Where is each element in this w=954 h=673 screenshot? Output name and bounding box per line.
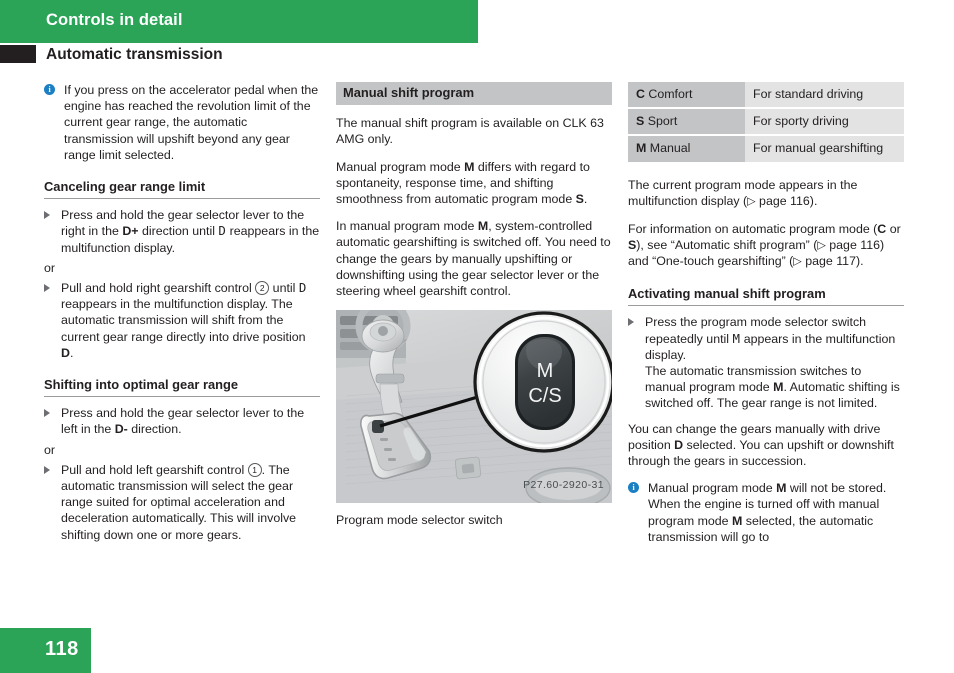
mode-name: Sport	[644, 114, 678, 129]
triangle-bullet-icon	[44, 211, 50, 220]
text-part: In manual program mode	[336, 219, 478, 234]
bold-m: M	[732, 513, 743, 528]
page-reference-icon: ▷	[817, 239, 826, 252]
paragraph-manual-mode-behavior: In manual program mode M, system-control…	[336, 218, 612, 299]
step-text-part: Press and hold the gear selector lever t…	[61, 406, 305, 437]
bold-d: D	[674, 437, 684, 452]
triangle-bullet-icon	[44, 465, 50, 474]
info-note-manual-mode-not-stored: i Manual program mode M will not be stor…	[628, 480, 904, 545]
bold-m: M	[477, 219, 489, 234]
paragraph-automatic-mode-info: For information on automatic program mod…	[628, 221, 904, 271]
table-cell-mode-key: S Sport	[628, 108, 745, 137]
text-part: page 116).	[755, 193, 818, 208]
page-reference-icon: ▷	[747, 195, 756, 208]
step-press-hold-right: Press and hold the gear selector lever t…	[44, 207, 320, 256]
mfd-glyph-d: D	[298, 280, 307, 296]
bold-c: C	[877, 221, 887, 236]
figure-caption: Program mode selector switch	[336, 513, 503, 528]
mfd-glyph-d: D	[218, 223, 227, 239]
table-cell-mode-key: C Comfort	[628, 82, 745, 110]
paragraph-availability: The manual shift program is available on…	[336, 116, 604, 147]
step-bold-dplus: D+	[122, 224, 139, 239]
middle-column: Manual shift program The manual shift pr…	[336, 82, 612, 528]
figure-part-code: P27.60-2920-31	[523, 479, 604, 491]
figure-button-label-cs: C/S	[528, 385, 561, 407]
step-press-hold-left: Press and hold the gear selector lever t…	[44, 405, 320, 437]
table-row: S Sport For sporty driving	[628, 108, 904, 137]
callout-number-2: 2	[255, 281, 270, 296]
text-part: ), see “Automatic shift program” (	[636, 237, 818, 252]
left-column: i If you press on the accelerator pedal …	[44, 82, 320, 547]
text-part: The current program mode appears in the …	[628, 177, 858, 208]
step-pull-hold-right-gearshift: Pull and hold right gearshift control 2 …	[44, 280, 320, 361]
heading-manual-shift-program: Manual shift program	[336, 82, 612, 106]
program-mode-table: C Comfort For standard driving S Sport F…	[628, 82, 904, 164]
page-number: 118	[45, 638, 79, 660]
heading-canceling-gear-range-limit: Canceling gear range limit	[44, 179, 320, 200]
paragraph-current-mode: The current program mode appears in the …	[628, 177, 904, 210]
triangle-bullet-icon	[628, 318, 634, 327]
step-text-part: reappears in the multifunction display. …	[61, 297, 306, 344]
triangle-bullet-icon	[44, 409, 50, 418]
table-row: C Comfort For standard driving	[628, 82, 904, 110]
program-mode-selector-switch-photo: M C/S P27.60-2920-31	[336, 310, 612, 504]
page-reference-icon: ▷	[793, 255, 802, 268]
step-text-part: until	[269, 281, 299, 296]
info-icon: i	[628, 482, 639, 494]
callout-number-1: 1	[247, 462, 262, 477]
triangle-bullet-icon	[44, 284, 50, 293]
step-press-program-mode-switch: Press the program mode selector switch r…	[628, 314, 904, 411]
table-row: M Manual For manual gearshifting	[628, 135, 904, 164]
table-cell-mode-desc: For manual gearshifting	[745, 135, 904, 164]
mode-name: Manual	[646, 141, 691, 156]
text-part: Manual program mode	[336, 159, 465, 174]
table-cell-mode-key: M Manual	[628, 135, 745, 164]
text-part: or	[886, 221, 901, 236]
heading-shifting-optimal-gear-range: Shifting into optimal gear range	[44, 377, 320, 398]
paragraph-manual-gear-change: You can change the gears manually with d…	[628, 421, 904, 470]
step-text-part: .	[69, 345, 74, 360]
mode-letter: M	[636, 141, 647, 156]
text-part: page 117).	[801, 254, 864, 269]
paragraph-mode-differences: Manual program mode M differs with regar…	[336, 159, 612, 208]
bold-m: M	[776, 481, 787, 496]
table-cell-mode-desc: For standard driving	[745, 82, 904, 110]
figure-button-label-m: M	[537, 360, 554, 382]
chapter-title: Controls in detail	[46, 11, 183, 29]
step-text-part: direction.	[127, 422, 182, 437]
text-part: Manual program mode	[648, 481, 777, 496]
step-text-part: Pull and hold left gearshift control	[61, 462, 248, 477]
text-part: .	[583, 192, 588, 207]
step-bold-d: D	[61, 345, 70, 360]
info-note-accelerator: i If you press on the accelerator pedal …	[44, 82, 320, 163]
section-title: Automatic transmission	[46, 46, 223, 63]
or-label: or	[44, 442, 56, 457]
step-text-part: Pull and hold right gearshift control	[61, 281, 256, 296]
section-marker-tab	[0, 45, 36, 63]
text-part: For information on automatic program mod…	[628, 221, 878, 236]
info-icon: i	[44, 84, 55, 95]
or-label: or	[44, 260, 56, 275]
right-column: C Comfort For standard driving S Sport F…	[628, 82, 904, 556]
mode-name: Comfort	[644, 87, 693, 101]
heading-activating-manual-shift-program: Activating manual shift program	[628, 286, 904, 307]
bold-s: S	[575, 192, 584, 207]
bold-m: M	[464, 159, 475, 174]
step-text-part: direction until	[138, 224, 219, 239]
figure-program-mode-selector-switch: M C/S P27.60-2920-31 Program mode select…	[336, 310, 612, 528]
info-note-text: If you press on the accelerator pedal wh…	[64, 83, 319, 162]
step-pull-hold-left-gearshift: Pull and hold left gearshift control 1. …	[44, 462, 320, 543]
bold-m: M	[773, 380, 784, 395]
table-cell-mode-desc: For sporty driving	[745, 108, 904, 137]
mode-letter: C	[636, 87, 645, 101]
step-bold-dminus: D-	[114, 422, 128, 437]
